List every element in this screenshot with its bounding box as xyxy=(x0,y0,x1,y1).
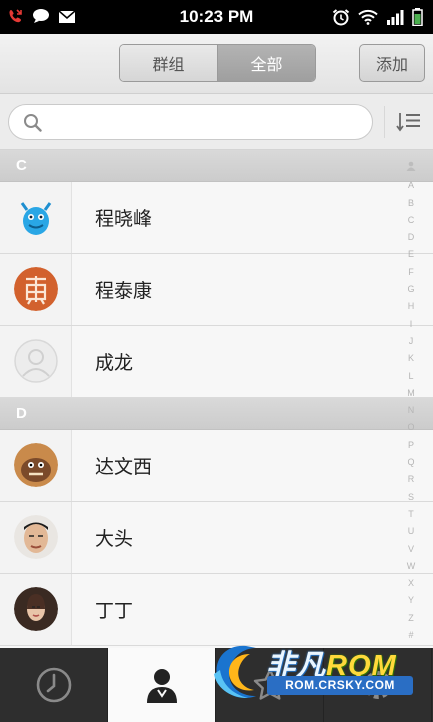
index-letter[interactable]: H xyxy=(408,298,415,315)
contact-list[interactable]: C 程晓峰 程泰康 成龙 D 达文西 大头 丁丁 xyxy=(0,150,433,648)
contact-row[interactable]: 达文西 xyxy=(0,430,433,502)
signal-icon xyxy=(386,9,404,29)
man-photo-avatar xyxy=(14,515,58,559)
index-letter[interactable]: M xyxy=(407,385,415,402)
index-letter[interactable]: Y xyxy=(408,592,414,609)
status-bar: 10:23 PM xyxy=(0,0,433,34)
index-letter[interactable]: A xyxy=(408,177,414,194)
index-letter[interactable]: Q xyxy=(407,454,414,471)
section-header-d: D xyxy=(0,398,433,430)
brown-cartoon-avatar xyxy=(14,443,58,487)
contact-name: 成龙 xyxy=(95,352,134,374)
avatar-cell xyxy=(0,326,72,397)
index-letter[interactable]: D xyxy=(408,229,415,246)
orange-seal-avatar xyxy=(14,267,58,311)
alarm-icon xyxy=(332,8,350,30)
avatar-cell xyxy=(0,182,72,253)
alphabet-index[interactable]: A B C D E F G H I J K L M N O P Q R S T … xyxy=(400,160,422,644)
contact-row[interactable]: 程晓峰 xyxy=(0,182,433,254)
person-icon xyxy=(146,669,177,703)
avatar-cell xyxy=(0,254,72,325)
woman-photo-avatar xyxy=(14,587,58,631)
battery-icon xyxy=(412,8,423,30)
avatar-cell xyxy=(0,574,72,645)
index-letter[interactable]: G xyxy=(407,281,414,298)
index-letter[interactable]: K xyxy=(408,350,414,367)
contact-row[interactable]: 成龙 xyxy=(0,326,433,398)
group-filter-segmented-control: 群组 全部 xyxy=(119,44,316,82)
contact-name: 程泰康 xyxy=(95,280,153,302)
index-letter[interactable]: X xyxy=(408,575,414,592)
index-letter[interactable]: F xyxy=(408,264,414,281)
index-letter[interactable]: U xyxy=(408,523,415,540)
index-letter[interactable]: L xyxy=(408,368,413,385)
blue-monster-avatar xyxy=(14,195,58,239)
index-letter[interactable]: T xyxy=(408,506,414,523)
index-person-icon[interactable] xyxy=(406,160,416,177)
index-letter[interactable]: R xyxy=(408,471,415,488)
top-toolbar: 群组 全部 添加 xyxy=(0,34,433,94)
search-input[interactable] xyxy=(51,111,361,133)
index-letter[interactable]: S xyxy=(408,489,414,506)
watermark-logo: 非凡RQM ROM.CRSKY.COM xyxy=(206,636,418,708)
avatar-cell xyxy=(0,502,72,573)
section-header-c: C xyxy=(0,150,433,182)
index-letter[interactable]: P xyxy=(408,437,414,454)
search-field[interactable] xyxy=(8,104,373,140)
contact-name: 程晓峰 xyxy=(95,208,153,230)
tab-contacts[interactable] xyxy=(108,648,216,722)
index-letter[interactable]: C xyxy=(408,212,415,229)
contact-name: 丁丁 xyxy=(95,600,134,622)
sort-list-icon[interactable] xyxy=(396,110,422,138)
search-bar xyxy=(0,94,433,150)
index-letter[interactable]: J xyxy=(409,333,414,350)
index-letter[interactable]: W xyxy=(407,558,416,575)
clock-icon xyxy=(36,667,71,703)
add-contact-button[interactable]: 添加 xyxy=(359,44,425,82)
groups-tab[interactable]: 群组 xyxy=(120,45,218,81)
swirl-logo-icon xyxy=(214,645,256,699)
wifi-icon xyxy=(358,9,378,29)
tab-recent[interactable] xyxy=(0,648,108,722)
contact-name: 达文西 xyxy=(95,456,153,478)
contact-row[interactable]: 大头 xyxy=(0,502,433,574)
index-letter[interactable]: I xyxy=(410,316,413,333)
contact-name: 大头 xyxy=(95,528,134,550)
index-letter[interactable]: V xyxy=(408,541,414,558)
index-letter[interactable]: B xyxy=(408,195,414,212)
index-letter[interactable]: O xyxy=(407,419,414,436)
search-icon xyxy=(23,113,43,137)
index-letter[interactable]: E xyxy=(408,246,414,263)
avatar-cell xyxy=(0,430,72,501)
contact-row[interactable]: 程泰康 xyxy=(0,254,433,326)
divider xyxy=(384,106,385,138)
all-contacts-tab[interactable]: 全部 xyxy=(218,45,315,81)
index-letter[interactable]: N xyxy=(408,402,415,419)
index-letter[interactable]: Z xyxy=(408,610,414,627)
default-person-avatar xyxy=(14,339,58,383)
watermark-url: ROM.CRSKY.COM xyxy=(267,676,413,695)
